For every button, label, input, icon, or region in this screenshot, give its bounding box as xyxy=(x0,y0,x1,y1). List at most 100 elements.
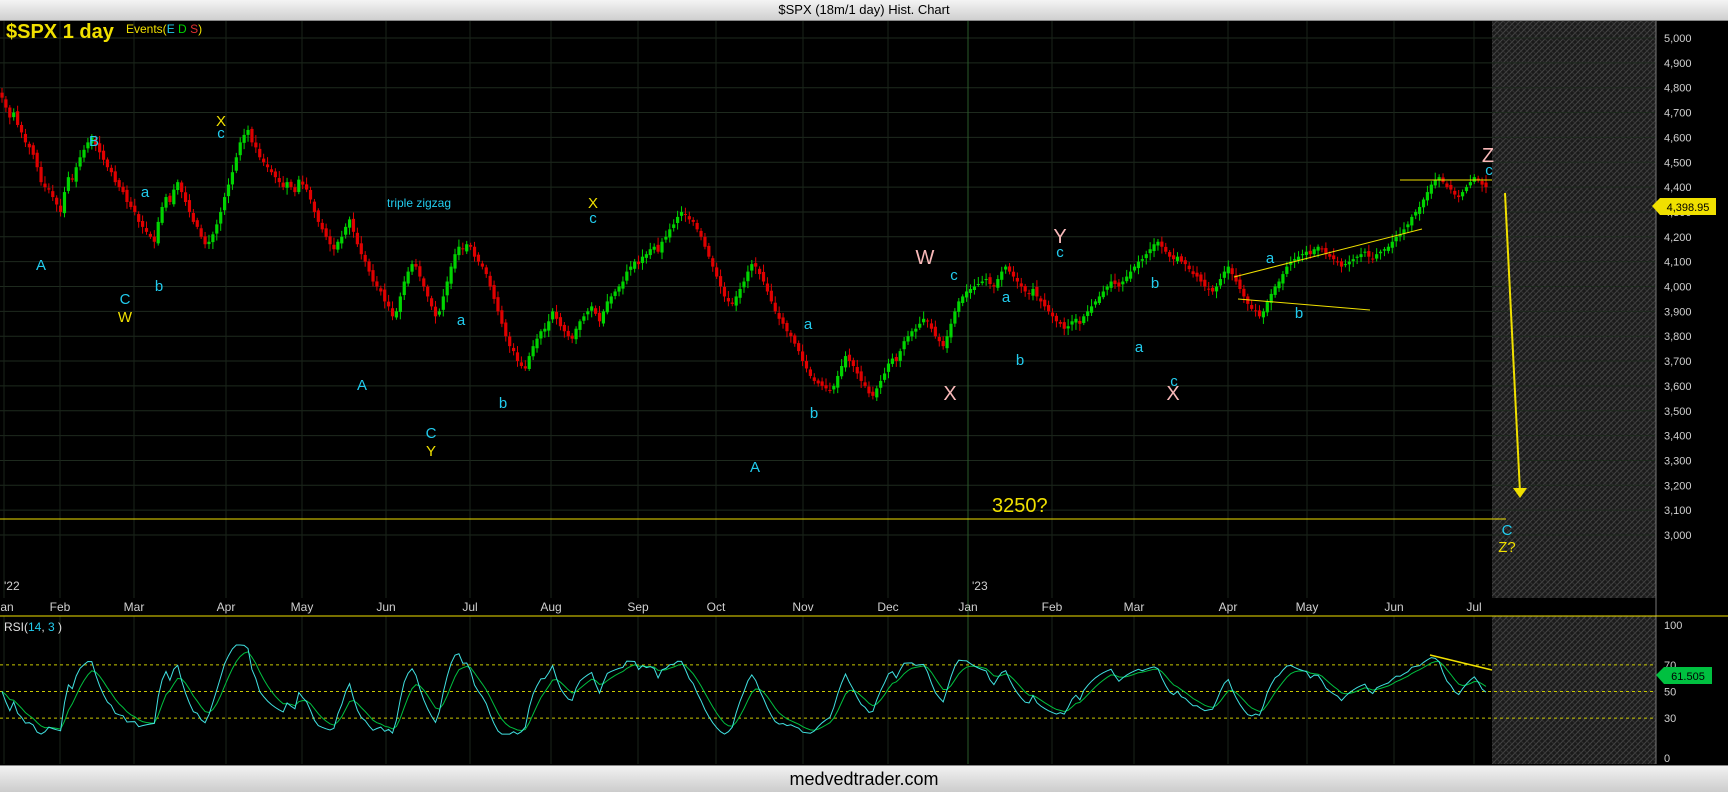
candle-body xyxy=(754,263,758,267)
candle-body xyxy=(117,180,121,188)
candle-body xyxy=(461,248,465,250)
wave-label: A xyxy=(36,257,46,274)
candle-body xyxy=(703,236,707,247)
date-tick: Jun xyxy=(1384,600,1403,614)
rsi-future-zone xyxy=(1492,616,1656,764)
candle-body xyxy=(226,184,231,197)
candle-body xyxy=(886,363,891,372)
candle-body xyxy=(469,245,473,247)
candle-body xyxy=(414,264,418,267)
wave-label: X xyxy=(943,383,956,405)
candle-body xyxy=(1156,241,1160,246)
candle-body xyxy=(449,266,453,284)
wave-label: A xyxy=(750,459,760,476)
candle-body xyxy=(656,244,660,252)
date-tick: Mar xyxy=(124,600,145,614)
date-tick: Sep xyxy=(627,600,649,614)
candle-body xyxy=(101,150,106,160)
candle-body xyxy=(601,311,606,324)
candle-body xyxy=(1320,248,1324,250)
candle-body xyxy=(1000,271,1004,280)
candle-body xyxy=(387,301,391,307)
candle-body xyxy=(547,321,551,331)
candle-body xyxy=(1316,246,1320,251)
candle-body xyxy=(1363,251,1367,253)
candle-body xyxy=(1371,258,1375,260)
candle-body xyxy=(1425,192,1430,201)
candle-body xyxy=(664,236,668,240)
symbol-label: $SPX 1 day xyxy=(6,21,115,43)
candle-body xyxy=(972,286,977,290)
candle-body xyxy=(1480,181,1484,185)
candle-body xyxy=(1226,266,1230,274)
rsi-line xyxy=(1,644,1487,735)
candle-body xyxy=(957,301,961,312)
candle-body xyxy=(851,360,855,367)
candle-body xyxy=(125,189,129,203)
candle-body xyxy=(722,286,727,297)
candle-body xyxy=(1406,224,1410,228)
candle-body xyxy=(1433,179,1437,186)
candle-body xyxy=(273,171,277,178)
candle-body xyxy=(359,243,363,255)
price-chart[interactable]: 5,0004,9004,8004,7004,6004,5004,4004,300… xyxy=(0,0,1728,765)
candle-body xyxy=(871,391,875,396)
wave-label: b xyxy=(499,395,507,412)
candle-body xyxy=(504,322,508,337)
candle-body xyxy=(191,212,195,222)
candle-body xyxy=(47,188,51,190)
wave-label: a xyxy=(1135,339,1144,356)
candle-body xyxy=(566,330,570,337)
candle-body xyxy=(406,271,410,284)
candle-body xyxy=(1082,316,1086,324)
price-tick: 3,300 xyxy=(1664,455,1692,467)
candle-body xyxy=(914,328,918,332)
price-tick: 4,800 xyxy=(1664,83,1692,95)
date-tick: Jan xyxy=(0,600,14,614)
candle-body xyxy=(207,241,211,245)
candle-body xyxy=(793,335,797,344)
wave-label: X xyxy=(216,113,226,130)
candle-body xyxy=(816,380,820,384)
candle-body xyxy=(746,271,750,282)
candle-body xyxy=(1378,251,1383,254)
candle-body xyxy=(465,244,469,252)
date-tick: Feb xyxy=(1042,600,1063,614)
year-label: '22 xyxy=(4,579,20,593)
candle-body xyxy=(172,189,176,205)
candle-body xyxy=(785,322,789,332)
price-tick: 3,200 xyxy=(1664,480,1692,492)
candle-body xyxy=(636,261,641,265)
candle-body xyxy=(629,266,633,270)
candle-body xyxy=(551,311,555,320)
candle-body xyxy=(27,143,31,148)
candle-body xyxy=(1355,256,1359,258)
rsi-grid: 1007050300 xyxy=(0,620,1682,765)
candle-body xyxy=(875,388,879,398)
candle-body xyxy=(633,261,637,269)
candle-body xyxy=(617,286,621,292)
events-toggle[interactable]: Events(E D S) xyxy=(126,22,202,36)
wave-label: W xyxy=(916,247,935,269)
candle-body xyxy=(1222,271,1226,278)
candle-body xyxy=(1312,249,1316,255)
wave-label: a xyxy=(457,312,466,329)
candle-body xyxy=(1171,255,1176,260)
candle-body xyxy=(539,331,543,339)
candle-body xyxy=(1027,293,1031,295)
candle-body xyxy=(1086,311,1090,316)
candle-body xyxy=(687,216,691,220)
candle-body xyxy=(1179,256,1183,262)
candle-body xyxy=(836,375,840,388)
candle-body xyxy=(398,296,402,313)
candle-body xyxy=(43,183,47,188)
candle-body xyxy=(527,356,531,369)
candle-body xyxy=(254,142,258,148)
date-tick: Dec xyxy=(877,600,898,614)
candle-body xyxy=(574,328,578,340)
wave-label: A xyxy=(357,377,367,394)
candle-body xyxy=(988,277,992,285)
candle-body xyxy=(496,297,500,312)
rsi-tick: 50 xyxy=(1664,687,1676,699)
candle-body xyxy=(199,228,203,237)
